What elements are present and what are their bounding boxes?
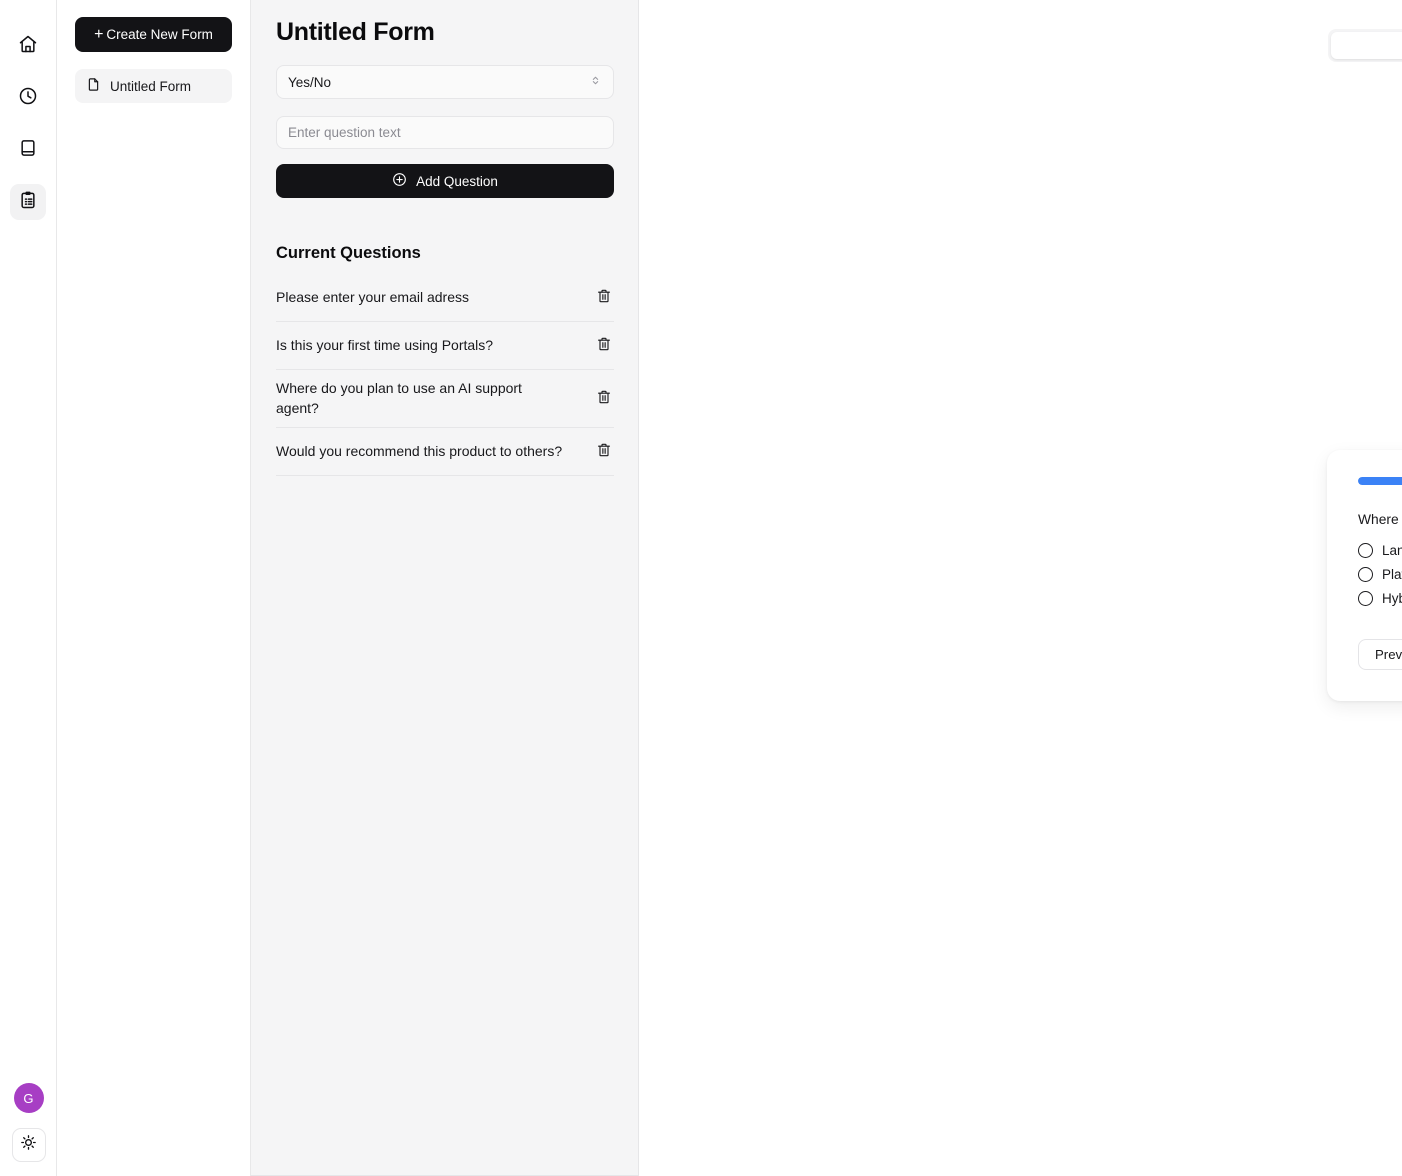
nav-library[interactable]	[10, 132, 46, 168]
preview-options: Landing Page Platform Hybrid	[1358, 538, 1402, 610]
plus-circle-icon	[392, 172, 407, 190]
question-row: Where do you plan to use an AI support a…	[276, 370, 614, 428]
clipboard-icon	[18, 190, 38, 215]
tab-preview[interactable]: Preview	[1331, 32, 1402, 59]
option-hybrid[interactable]: Hybrid	[1358, 586, 1402, 610]
option-label: Landing Page	[1382, 542, 1402, 558]
question-type-value: Yes/No	[288, 74, 332, 90]
avatar[interactable]: G	[13, 1083, 44, 1113]
trash-icon	[596, 336, 612, 355]
question-text: Where do you plan to use an AI support a…	[276, 380, 522, 417]
preview-question-text: Where do you plan to use an AI support a…	[1358, 512, 1402, 527]
radio-icon[interactable]	[1358, 542, 1373, 558]
preview-navigation: Previous Next	[1358, 638, 1402, 671]
create-new-form-label: Create New Form	[106, 27, 213, 42]
nav-history[interactable]	[10, 80, 46, 116]
primary-nav-rail: G	[0, 0, 57, 1176]
questions-list: Please enter your email adress Is this y…	[276, 274, 614, 476]
trash-icon	[596, 389, 612, 408]
nav-forms[interactable]	[10, 184, 46, 220]
home-icon	[18, 34, 38, 59]
sidebar-item-untitled-form[interactable]: Untitled Form	[75, 69, 232, 103]
app-root: G + Create New Form Untitled Form Untitl…	[0, 0, 1402, 1176]
trash-icon	[596, 442, 612, 461]
question-text: Would you recommend this product to othe…	[276, 442, 563, 459]
plus-icon: +	[94, 25, 104, 43]
add-question-label: Add Question	[416, 173, 498, 189]
trash-icon	[596, 288, 612, 307]
delete-question-button[interactable]	[594, 440, 614, 463]
question-text: Please enter your email adress	[276, 289, 469, 306]
delete-question-button[interactable]	[594, 387, 614, 410]
form-editor-panel: Untitled Form Yes/No Add Question Curren…	[251, 0, 639, 1176]
current-questions-heading: Current Questions	[276, 244, 421, 262]
question-text: Is this your first time using Portals?	[276, 337, 494, 354]
file-icon	[86, 77, 101, 95]
forms-sidebar: + Create New Form Untitled Form	[57, 0, 251, 1176]
sun-icon	[20, 1134, 37, 1156]
nav-home[interactable]	[10, 28, 46, 64]
option-label: Platform	[1382, 566, 1402, 582]
book-icon	[18, 138, 38, 163]
previous-button[interactable]: Previous	[1358, 639, 1402, 670]
rail-footer: G	[0, 1083, 57, 1162]
chevron-up-down-icon	[589, 74, 602, 90]
question-row: Would you recommend this product to othe…	[276, 428, 614, 476]
theme-toggle-button[interactable]	[11, 1128, 46, 1162]
question-text-input[interactable]	[276, 116, 614, 149]
question-row: Is this your first time using Portals?	[276, 322, 614, 370]
option-label: Hybrid	[1382, 590, 1402, 606]
preview-panel: Preview Responses Where do you plan to u…	[639, 0, 1402, 1176]
clock-icon	[18, 86, 38, 111]
page-title: Untitled Form	[276, 18, 435, 46]
radio-icon[interactable]	[1358, 566, 1373, 582]
progress-bar	[1358, 477, 1402, 485]
delete-question-button[interactable]	[594, 286, 614, 309]
radio-icon[interactable]	[1358, 590, 1373, 606]
add-question-button[interactable]: Add Question	[276, 164, 614, 198]
form-preview-card: Where do you plan to use an AI support a…	[1327, 450, 1402, 701]
sidebar-item-label: Untitled Form	[110, 78, 192, 94]
create-new-form-button[interactable]: + Create New Form	[75, 17, 232, 52]
progress-bar-fill	[1358, 477, 1402, 485]
question-row: Please enter your email adress	[276, 274, 614, 322]
option-platform[interactable]: Platform	[1358, 562, 1402, 586]
delete-question-button[interactable]	[594, 334, 614, 357]
option-landing-page[interactable]: Landing Page	[1358, 538, 1402, 562]
question-type-select[interactable]: Yes/No	[276, 65, 614, 99]
preview-tabs: Preview Responses	[1328, 29, 1402, 62]
